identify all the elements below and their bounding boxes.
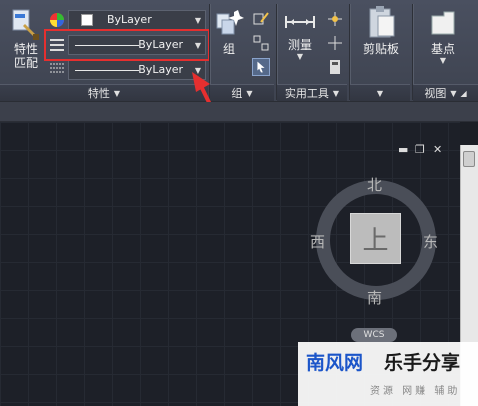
compass-north[interactable]: 北 <box>367 174 382 195</box>
scrollbar-thumb[interactable] <box>463 151 475 167</box>
wcs-menu-button[interactable]: WCS <box>351 328 397 342</box>
viewcube-face-label: 上 <box>362 226 389 256</box>
compass-west[interactable]: 西 <box>310 231 325 252</box>
compass-east[interactable]: 东 <box>423 231 438 252</box>
watermark-brand-b: 乐手分享 <box>384 352 461 374</box>
file-tab-strip <box>0 102 478 122</box>
watermark-tagline: 资源 网赚 辅助 <box>370 386 461 397</box>
minimize-icon[interactable]: ▬ <box>398 143 408 156</box>
restore-icon[interactable]: ❐ <box>415 143 425 156</box>
compass-south[interactable]: 南 <box>367 287 382 308</box>
watermark-brand-a: 南风网 <box>306 352 364 374</box>
viewcube-top-face[interactable]: 上 <box>350 213 401 264</box>
close-icon[interactable]: ✕ <box>433 143 442 156</box>
watermark: 南风网 乐手分享 资源 网赚 辅助 <box>298 342 478 406</box>
